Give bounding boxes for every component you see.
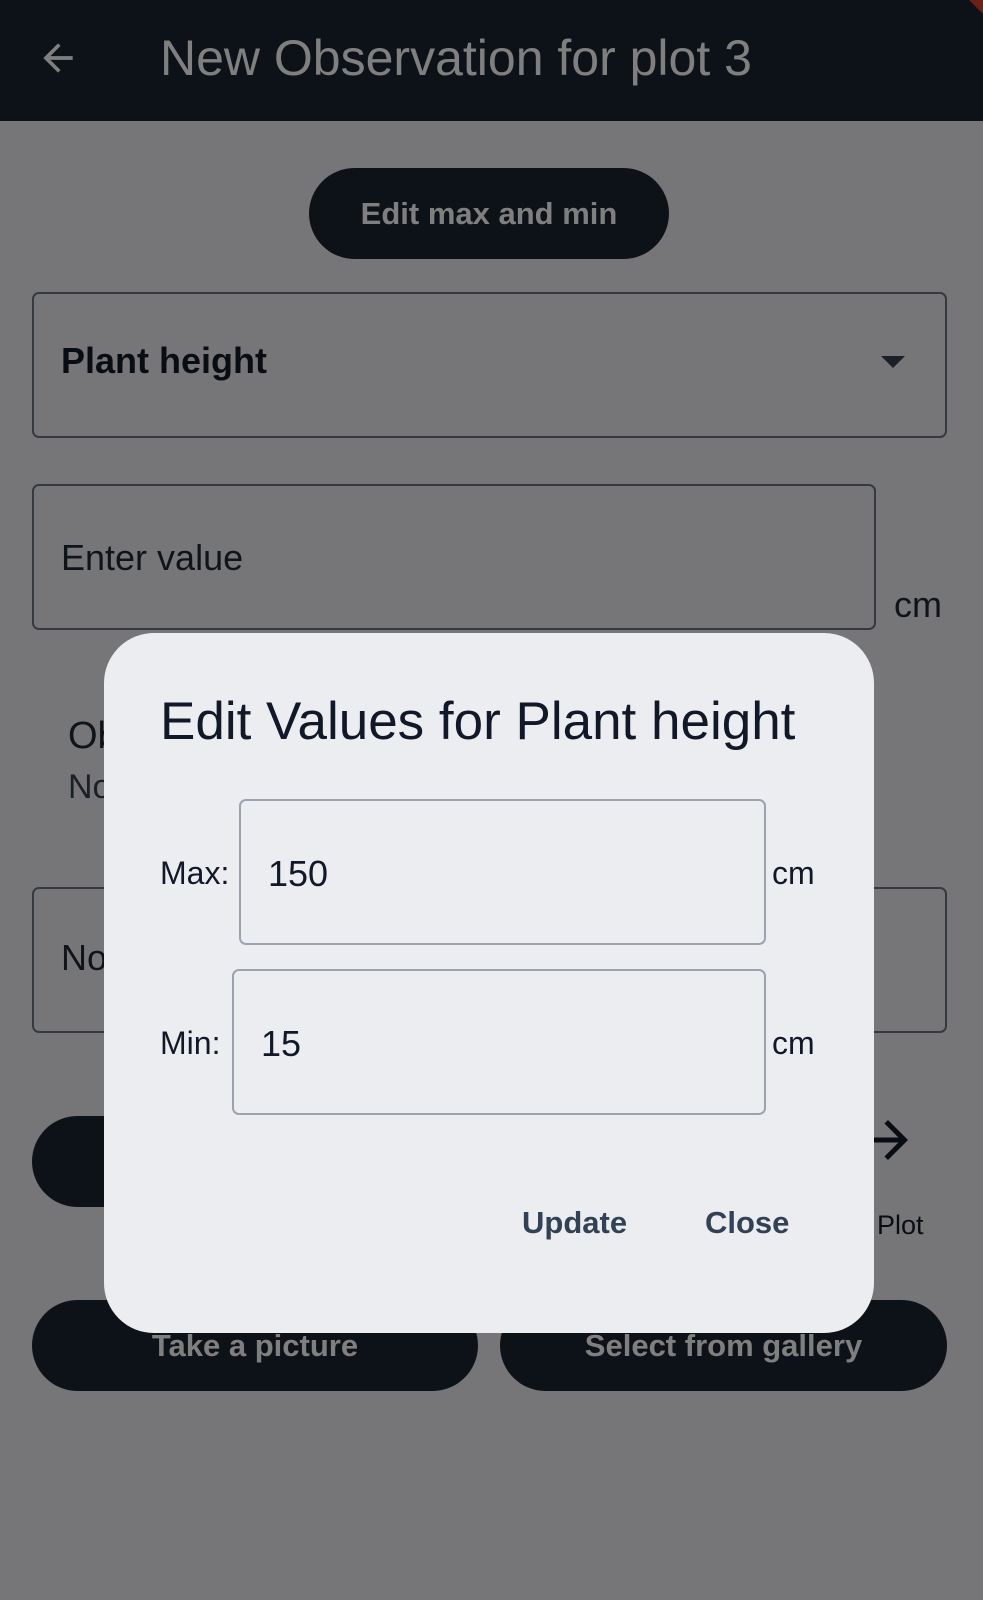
- max-unit-label: cm: [772, 855, 815, 891]
- close-button[interactable]: Close: [705, 1205, 789, 1241]
- max-input-value: 150: [268, 853, 329, 894]
- dialog-title: Edit Values for Plant height: [160, 692, 796, 751]
- edit-values-dialog: Edit Values for Plant height Max: 150 cm…: [104, 633, 874, 1333]
- max-label: Max:: [160, 855, 230, 891]
- min-input-value: 15: [261, 1023, 302, 1064]
- min-label: Min:: [160, 1025, 221, 1061]
- min-unit-label: cm: [772, 1025, 815, 1061]
- update-button[interactable]: Update: [522, 1205, 627, 1241]
- max-input[interactable]: 150: [239, 799, 766, 945]
- min-input[interactable]: 15: [232, 969, 766, 1115]
